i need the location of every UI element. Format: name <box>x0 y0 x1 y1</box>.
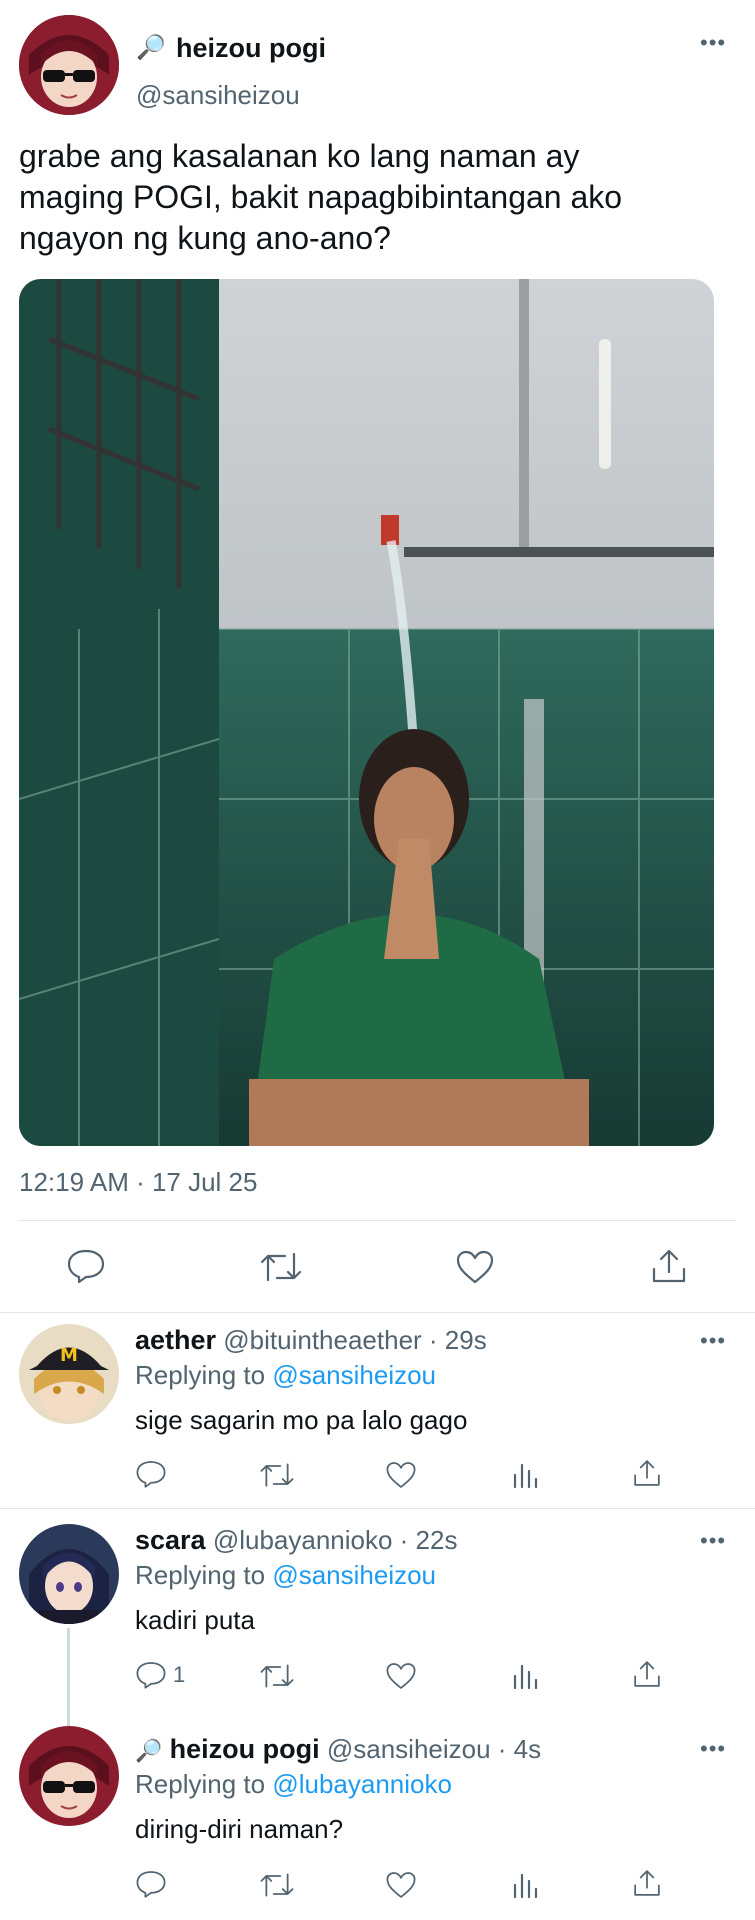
retweet-icon <box>260 1463 294 1487</box>
share-icon <box>652 1249 686 1283</box>
reply-author-handle[interactable]: @lubayannioko · 22s <box>213 1525 458 1555</box>
analytics-button[interactable] <box>510 1869 540 1899</box>
svg-text:M: M <box>60 1345 78 1366</box>
like-button[interactable] <box>385 1460 417 1490</box>
replying-to-prefix: Replying to <box>135 1769 266 1799</box>
analytics-button[interactable] <box>510 1459 540 1489</box>
analytics-icon <box>513 1463 538 1489</box>
divider <box>0 1508 755 1509</box>
like-button[interactable] <box>455 1249 495 1285</box>
replying-to-mention[interactable]: @sansiheizou <box>272 1560 436 1590</box>
tweet-text-line: ngayon ng kung ano-ano? <box>19 220 391 256</box>
like-icon <box>386 1872 416 1898</box>
share-icon <box>634 1460 660 1486</box>
like-button[interactable] <box>385 1661 417 1691</box>
reply-text: diring-diri naman? <box>135 1814 344 1844</box>
tweet-text-line: grabe ang kasalanan ko lang naman ay <box>19 138 580 174</box>
tweet-media-image[interactable] <box>19 279 714 1146</box>
reply-author-handle[interactable]: @bituintheaether · 29s <box>223 1325 486 1355</box>
tweet-text-line: maging POGI, bakit napagbibintangan ako <box>19 179 623 215</box>
reply-button[interactable] <box>135 1459 173 1489</box>
replying-to: Replying to @sansiheizou <box>135 1560 436 1591</box>
analytics-icon <box>513 1873 538 1899</box>
avatar-heizou[interactable] <box>19 1726 119 1826</box>
tweet-timestamp[interactable]: 12:19 AM · 17 Jul 25 <box>19 1167 257 1198</box>
more-icon[interactable]: ••• <box>700 1528 726 1554</box>
like-button[interactable] <box>385 1870 417 1900</box>
avatar-scara[interactable] <box>19 1524 119 1624</box>
thread-line <box>67 1628 70 1726</box>
divider <box>0 1312 755 1313</box>
retweet-button[interactable] <box>259 1250 303 1284</box>
divider <box>19 1220 736 1221</box>
analytics-button[interactable] <box>510 1660 540 1690</box>
analytics-icon <box>513 1664 538 1690</box>
more-icon[interactable]: ••• <box>700 1736 726 1762</box>
tweet-text: grabe ang kasalanan ko lang naman ay mag… <box>19 136 622 259</box>
author-name[interactable]: heizou pogi <box>176 33 326 64</box>
reply-button[interactable] <box>66 1248 106 1284</box>
replying-to: Replying to @lubayannioko <box>135 1769 452 1800</box>
reply-icon <box>136 1871 166 1898</box>
replying-to-prefix: Replying to <box>135 1360 266 1390</box>
retweet-icon <box>260 1252 302 1282</box>
avatar-heizou[interactable] <box>19 15 119 115</box>
reply-author-handle[interactable]: @sansiheizou · 4s <box>327 1734 541 1764</box>
like-icon <box>386 1663 416 1689</box>
reply-header: aether @bituintheaether · 29s <box>135 1325 487 1356</box>
retweet-button[interactable] <box>259 1871 295 1899</box>
reply-icon <box>67 1249 105 1284</box>
reply-header: 🔎 heizou pogi @sansiheizou · 4s <box>135 1734 541 1765</box>
reply-icon <box>136 1461 166 1488</box>
replying-to-prefix: Replying to <box>135 1560 266 1590</box>
reply-icon <box>136 1662 166 1689</box>
more-icon[interactable]: ••• <box>700 30 726 56</box>
share-button[interactable] <box>632 1868 662 1898</box>
retweet-button[interactable] <box>259 1461 295 1489</box>
magnifier-icon: 🔎 <box>136 34 166 61</box>
share-button[interactable] <box>632 1458 662 1488</box>
reply-header: scara @lubayannioko · 22s <box>135 1525 457 1556</box>
reply-button[interactable]: 1 <box>135 1660 185 1690</box>
replying-to-mention[interactable]: @sansiheizou <box>272 1360 436 1390</box>
magnifier-icon: 🔎 <box>135 1738 163 1763</box>
retweet-icon <box>260 1873 294 1897</box>
replying-to: Replying to @sansiheizou <box>135 1360 436 1391</box>
reply-count: 1 <box>173 1662 186 1687</box>
reply-author-name[interactable]: aether <box>135 1325 216 1355</box>
replying-to-mention[interactable]: @lubayannioko <box>272 1769 452 1799</box>
reply-author-name[interactable]: heizou pogi <box>170 1734 320 1764</box>
like-icon <box>456 1250 494 1284</box>
share-button[interactable] <box>650 1247 688 1285</box>
avatar-aether[interactable]: M <box>19 1324 119 1424</box>
reply-text: kadiri puta <box>135 1605 255 1635</box>
retweet-icon <box>260 1664 294 1688</box>
share-icon <box>634 1870 660 1896</box>
reply-author-name[interactable]: scara <box>135 1525 206 1555</box>
reply-button[interactable] <box>135 1869 173 1899</box>
more-icon[interactable]: ••• <box>700 1328 726 1354</box>
retweet-button[interactable] <box>259 1662 295 1690</box>
reply-text: sige sagarin mo pa lalo gago <box>135 1405 468 1435</box>
author-handle[interactable]: @sansiheizou <box>136 80 300 111</box>
like-icon <box>386 1462 416 1488</box>
share-icon <box>634 1661 660 1687</box>
share-button[interactable] <box>632 1659 662 1689</box>
